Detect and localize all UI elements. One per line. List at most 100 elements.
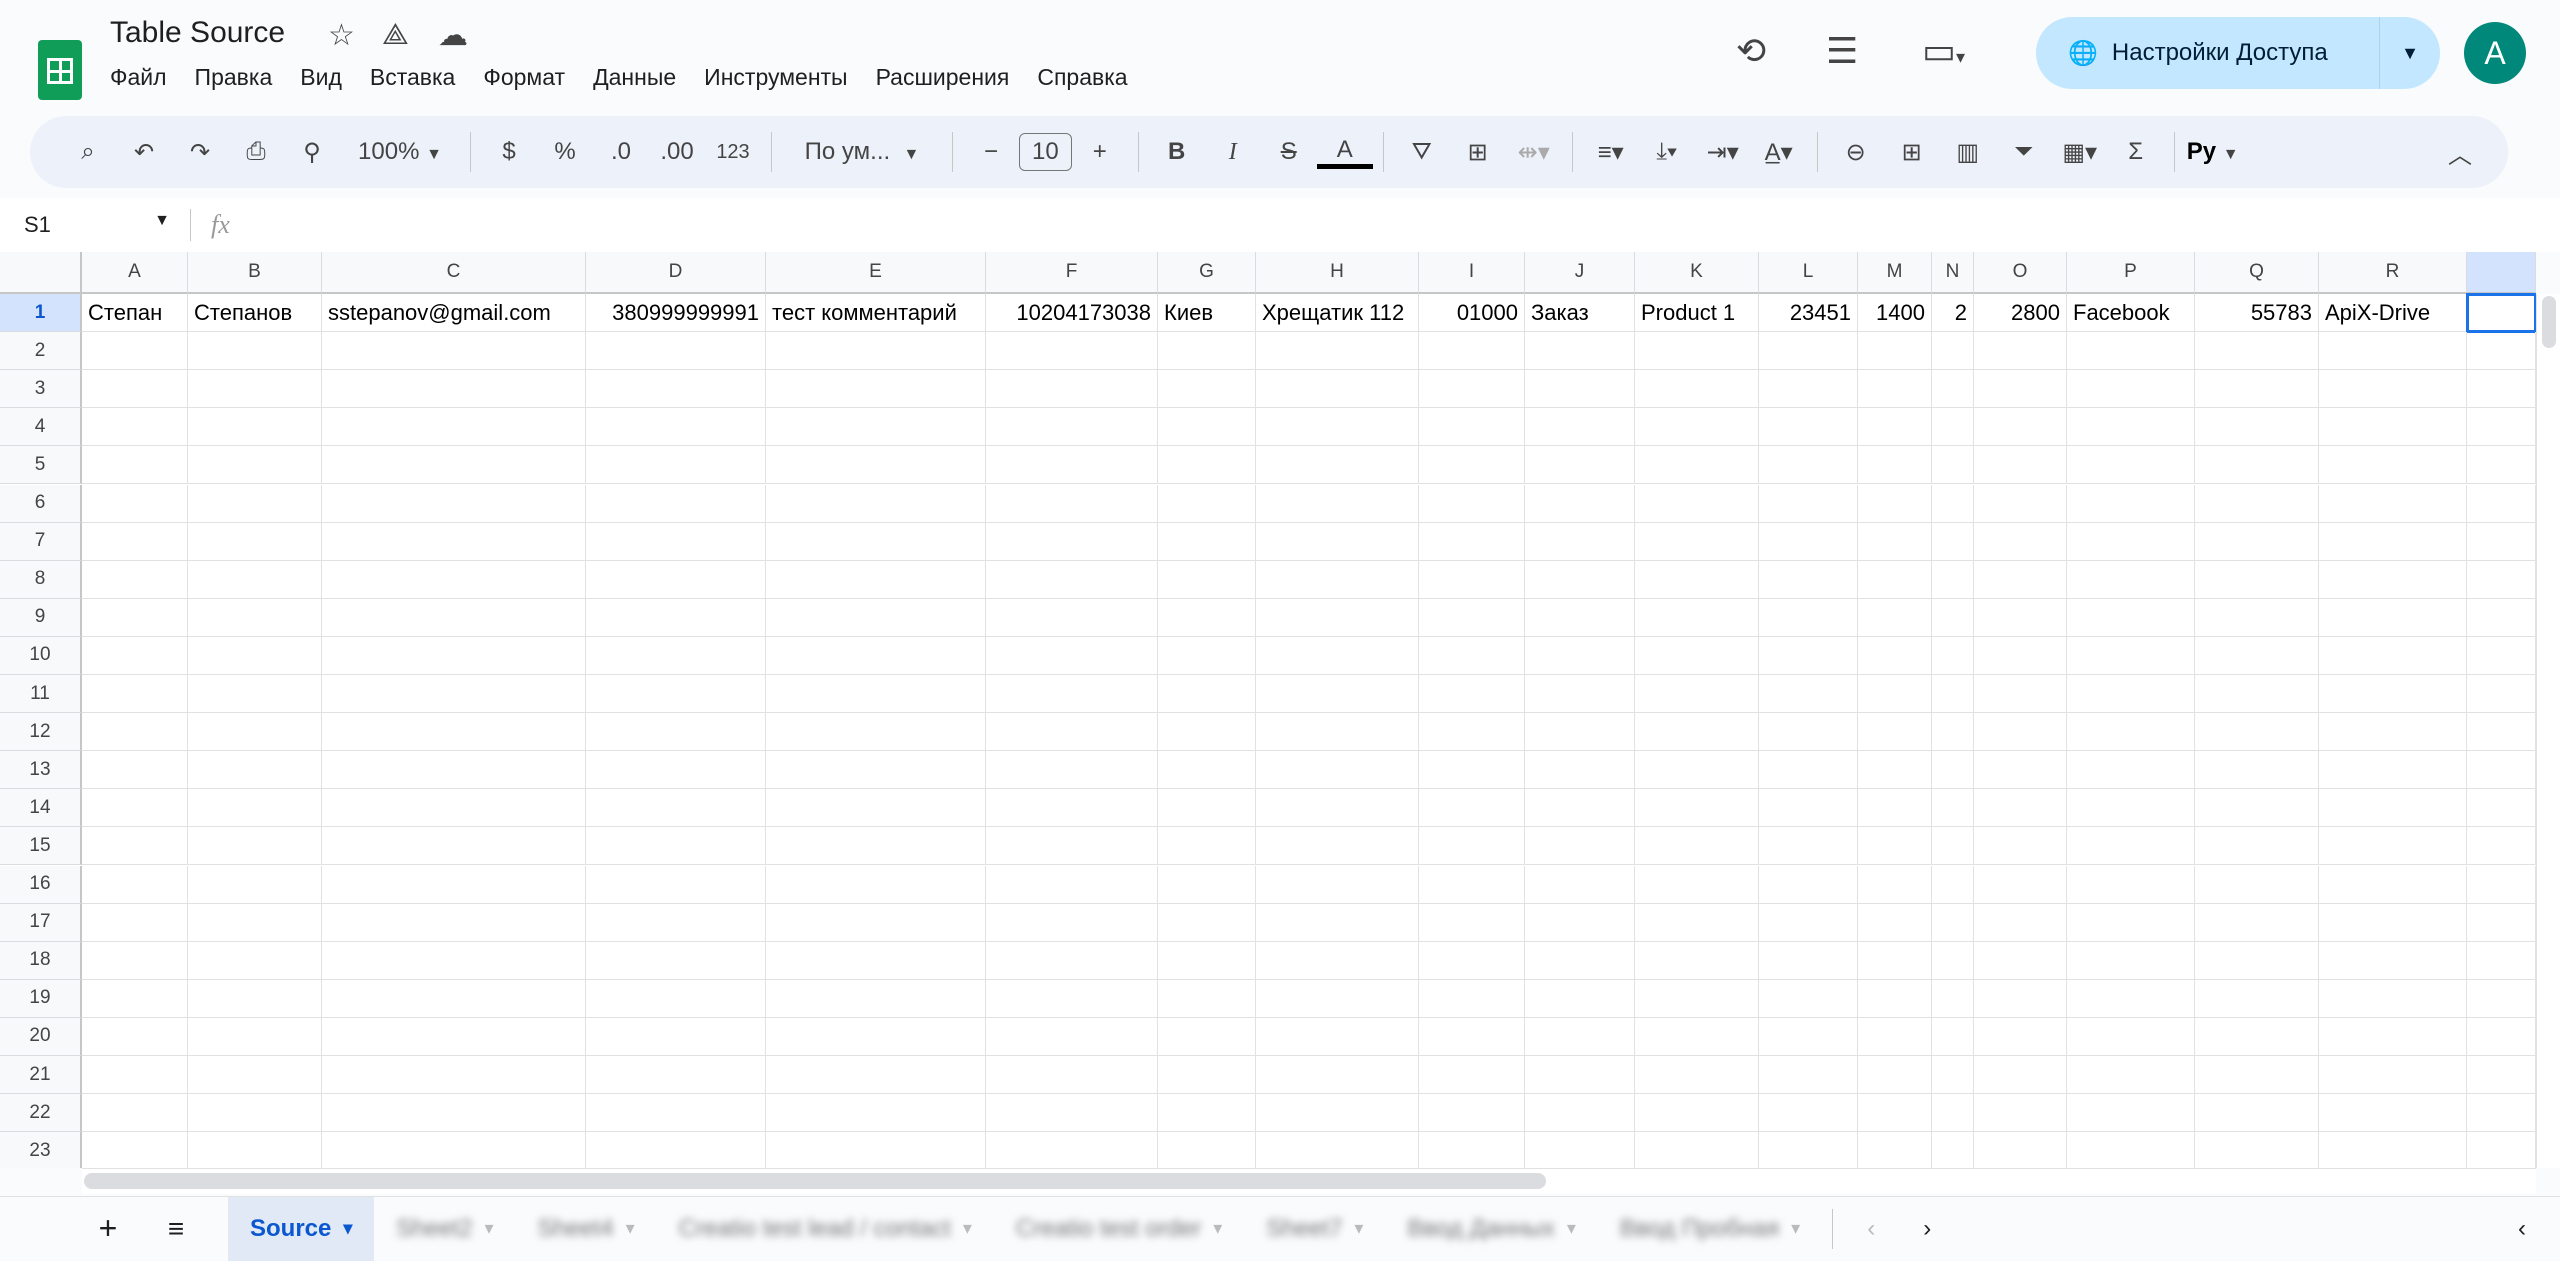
cell[interactable] xyxy=(322,598,586,637)
cell[interactable] xyxy=(1932,865,1974,904)
cell[interactable] xyxy=(1525,789,1635,828)
cell[interactable] xyxy=(1419,598,1525,637)
cell[interactable] xyxy=(1419,522,1525,561)
cell[interactable] xyxy=(322,751,586,790)
cell[interactable] xyxy=(1974,370,2067,409)
cell[interactable] xyxy=(986,408,1158,447)
cell[interactable] xyxy=(1256,1017,1419,1056)
cell[interactable] xyxy=(1974,941,2067,980)
cell[interactable]: Хрещатик 112 xyxy=(1256,294,1419,333)
cell[interactable] xyxy=(586,1132,766,1168)
cell[interactable] xyxy=(1932,332,1974,371)
cell[interactable] xyxy=(1256,1094,1419,1133)
cell[interactable] xyxy=(1974,827,2067,866)
cell[interactable] xyxy=(586,1056,766,1095)
cell[interactable] xyxy=(2467,751,2536,790)
cell[interactable]: 2 xyxy=(1932,294,1974,333)
cell[interactable] xyxy=(1635,751,1759,790)
cell[interactable] xyxy=(1635,446,1759,485)
cell[interactable]: sstepanov@gmail.com xyxy=(322,294,586,333)
filter-icon[interactable]: ⏷ xyxy=(1996,138,2052,166)
column-header[interactable]: F xyxy=(986,252,1158,294)
cell[interactable] xyxy=(1158,713,1256,752)
cell[interactable] xyxy=(766,332,986,371)
cell[interactable] xyxy=(2467,370,2536,409)
cell[interactable] xyxy=(1158,903,1256,942)
cell[interactable] xyxy=(188,484,322,523)
cell[interactable] xyxy=(1525,484,1635,523)
cell[interactable] xyxy=(188,1017,322,1056)
cell[interactable] xyxy=(2067,979,2195,1018)
cell[interactable] xyxy=(2195,446,2319,485)
cell[interactable] xyxy=(1932,789,1974,828)
cell[interactable]: тест комментарий xyxy=(766,294,986,333)
move-to-drive-icon[interactable]: ⟁ xyxy=(382,18,409,52)
collapse-toolbar-icon[interactable]: ︿ xyxy=(2432,135,2488,170)
redo-icon[interactable]: ↷ xyxy=(172,138,228,167)
cell[interactable] xyxy=(2195,408,2319,447)
cell[interactable] xyxy=(1759,332,1858,371)
version-history-icon[interactable]: ⟲ xyxy=(1736,30,1766,72)
column-header[interactable]: N xyxy=(1932,252,1974,294)
cell[interactable] xyxy=(1974,408,2067,447)
column-header[interactable]: J xyxy=(1525,252,1635,294)
cell[interactable] xyxy=(2067,598,2195,637)
number-format-button[interactable]: 123 xyxy=(705,141,761,164)
functions-icon[interactable]: Σ xyxy=(2108,138,2164,166)
cell[interactable] xyxy=(1419,636,1525,675)
cell[interactable] xyxy=(1759,484,1858,523)
cell[interactable] xyxy=(766,522,986,561)
cell[interactable] xyxy=(986,522,1158,561)
cell[interactable] xyxy=(586,903,766,942)
decrease-decimal-button[interactable]: .0 xyxy=(593,138,649,166)
cell[interactable] xyxy=(1932,1017,1974,1056)
cell[interactable] xyxy=(2067,713,2195,752)
cloud-saved-icon[interactable]: ☁ xyxy=(438,18,468,53)
cell[interactable] xyxy=(1256,903,1419,942)
cell[interactable] xyxy=(188,1056,322,1095)
row-header[interactable]: 8 xyxy=(0,560,82,599)
cell[interactable] xyxy=(2195,598,2319,637)
cell[interactable] xyxy=(1525,903,1635,942)
cell[interactable] xyxy=(1759,751,1858,790)
cell[interactable] xyxy=(1932,370,1974,409)
cell[interactable] xyxy=(1858,713,1932,752)
cell[interactable]: Product 1 xyxy=(1635,294,1759,333)
cell[interactable] xyxy=(1419,865,1525,904)
cell[interactable] xyxy=(586,636,766,675)
cell[interactable] xyxy=(1419,446,1525,485)
spreadsheet-grid[interactable]: A B C D E F G H I J K L M N O P Q R 1 Степан Степанов sstepan… xyxy=(0,252,2536,1168)
cell[interactable] xyxy=(1256,484,1419,523)
cell[interactable] xyxy=(766,1056,986,1095)
cell[interactable] xyxy=(2195,941,2319,980)
cell[interactable] xyxy=(1932,484,1974,523)
cell[interactable] xyxy=(322,865,586,904)
cell[interactable] xyxy=(1419,1017,1525,1056)
cell[interactable] xyxy=(82,865,188,904)
cell[interactable] xyxy=(2467,903,2536,942)
cell[interactable] xyxy=(1256,522,1419,561)
cell[interactable] xyxy=(1158,1017,1256,1056)
cell[interactable] xyxy=(1158,636,1256,675)
cell[interactable] xyxy=(188,903,322,942)
cell[interactable] xyxy=(586,979,766,1018)
text-rotation-icon[interactable]: A̲▾ xyxy=(1751,138,1807,167)
cell[interactable] xyxy=(1759,789,1858,828)
cell[interactable] xyxy=(1635,903,1759,942)
cell[interactable] xyxy=(586,941,766,980)
cell[interactable] xyxy=(188,522,322,561)
filter-views-icon[interactable]: ▦▾ xyxy=(2052,138,2108,167)
cell[interactable] xyxy=(1256,941,1419,980)
cell[interactable] xyxy=(2195,903,2319,942)
cell[interactable] xyxy=(1419,332,1525,371)
cell[interactable] xyxy=(766,1017,986,1056)
cell[interactable] xyxy=(82,370,188,409)
cell[interactable] xyxy=(1256,598,1419,637)
cell[interactable] xyxy=(1256,1132,1419,1168)
column-header[interactable]: I xyxy=(1419,252,1525,294)
cell[interactable] xyxy=(1759,598,1858,637)
row-header[interactable]: 14 xyxy=(0,789,82,828)
cell[interactable] xyxy=(586,713,766,752)
sheet-tab[interactable]: Ввод Данных ▾ xyxy=(1385,1197,1597,1261)
cell[interactable] xyxy=(1974,1094,2067,1133)
